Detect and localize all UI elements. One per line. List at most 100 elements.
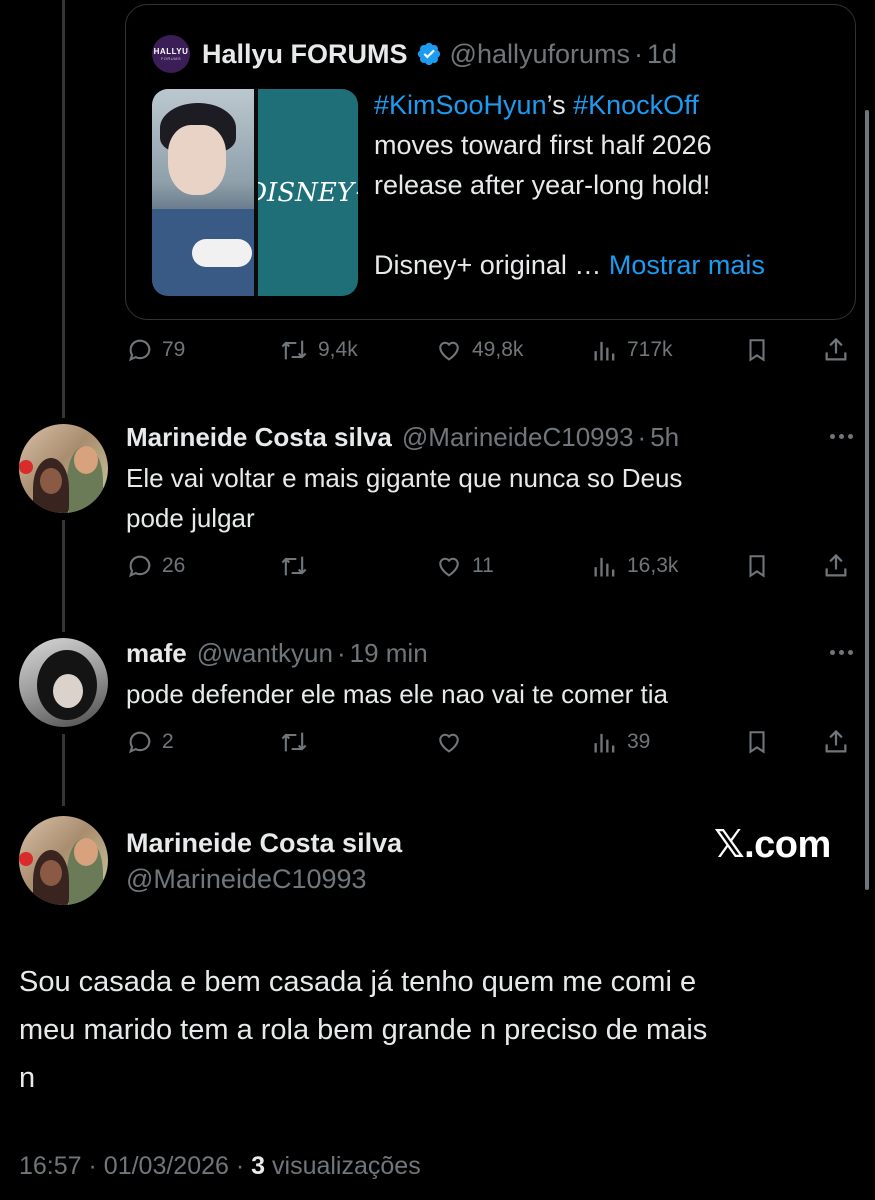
reply-button[interactable]: 2 — [126, 728, 174, 756]
views-button[interactable]: 16,3k — [591, 552, 678, 580]
reply-actions: 26 11 16,3k — [126, 552, 856, 592]
reply-author-name[interactable]: Marineide Costa silva — [126, 422, 392, 453]
more-options-icon[interactable] — [830, 434, 853, 439]
main-author-name[interactable]: Marineide Costa silva — [126, 828, 402, 859]
thread-connector-line — [62, 520, 65, 632]
views-icon — [594, 733, 615, 753]
reply-actions: 2 39 — [126, 728, 856, 768]
main-tweet-text: Sou casada e bem casada já tenho quem me… — [19, 958, 859, 1102]
reply-text: pode defender ele mas ele nao vai te com… — [126, 674, 816, 714]
like-button[interactable]: 11 — [434, 552, 494, 580]
share-button[interactable] — [822, 552, 850, 580]
share-icon — [825, 337, 847, 361]
reply-count: 79 — [162, 338, 186, 361]
share-icon — [825, 553, 847, 577]
quoted-author-name[interactable]: Hallyu FORUMS — [202, 39, 408, 70]
reply-icon — [128, 555, 151, 578]
heart-icon — [439, 733, 459, 753]
hashtag-link[interactable]: #KnockOff — [573, 90, 699, 120]
reply-button[interactable]: 26 — [126, 552, 185, 580]
like-count: 49,8k — [472, 338, 524, 361]
main-author-avatar[interactable] — [19, 816, 108, 905]
repost-button[interactable]: 9,4k — [278, 336, 358, 364]
share-button[interactable] — [822, 728, 850, 756]
views-count: 39 — [627, 730, 651, 753]
reply-author-handle[interactable]: @wantkyun — [197, 638, 333, 669]
quoted-media-thumbnail[interactable]: DISNEY+ — [152, 89, 358, 296]
show-more-link[interactable]: Mostrar mais — [609, 250, 765, 280]
bookmark-icon — [749, 555, 765, 578]
text-line: n — [19, 1062, 36, 1094]
hallyu-forums-avatar[interactable]: HALLYU FORUMS — [152, 35, 190, 73]
reply-count: 26 — [162, 554, 186, 577]
views-icon — [594, 557, 615, 577]
disney-plus-logo: DISNEY+ — [258, 89, 358, 296]
main-author-handle[interactable]: @MarineideC10993 — [126, 864, 367, 895]
reply-button[interactable]: 79 — [126, 336, 185, 364]
avatar[interactable] — [19, 424, 108, 513]
text-fragment: ’s — [546, 90, 566, 120]
heart-icon — [439, 341, 459, 361]
reply-author-handle[interactable]: @MarineideC10993 — [402, 422, 634, 453]
more-options-icon[interactable] — [830, 650, 853, 655]
reply-icon — [128, 731, 151, 754]
repost-button[interactable] — [278, 728, 318, 756]
logo-subtext: FORUMS — [160, 56, 182, 61]
views-button[interactable]: 717k — [591, 336, 673, 364]
reply-text: Ele vai voltar e mais gigante que nunca … — [126, 458, 816, 538]
reply-header: Marineide Costa silva @MarineideC10993 ·… — [126, 422, 679, 453]
separator-dot: · — [336, 638, 346, 668]
post-date[interactable]: 01/03/2026 — [104, 1152, 229, 1180]
views-count: 717k — [627, 338, 673, 361]
repost-icon — [281, 556, 307, 576]
reply-author-name[interactable]: mafe — [126, 638, 187, 669]
quoted-timestamp[interactable]: 1d — [647, 39, 677, 70]
text-line: moves toward first half 2026 — [374, 130, 712, 160]
thread-connector-line — [62, 0, 65, 418]
text-line: pode defender ele mas ele nao vai te com… — [126, 679, 669, 709]
separator-dot: · — [88, 1152, 104, 1180]
repost-icon — [281, 732, 307, 752]
quoted-tweet-header: HALLYU FORUMS Hallyu FORUMS @hallyuforum… — [152, 35, 677, 73]
main-tweet-meta: 16:57 · 01/03/2026 · 3 visualizações — [19, 1152, 421, 1181]
reply-count: 2 — [162, 730, 174, 753]
disney-logo-text: DISNEY+ — [258, 177, 358, 208]
text-line: Sou casada e bem casada já tenho quem me… — [19, 966, 697, 998]
thread-page: HALLYU FORUMS Hallyu FORUMS @hallyuforum… — [0, 0, 875, 1200]
reply-timestamp[interactable]: 5h — [650, 422, 679, 453]
like-button[interactable]: 49,8k — [434, 336, 523, 364]
bookmark-button[interactable] — [744, 552, 770, 580]
reply-timestamp[interactable]: 19 min — [350, 638, 428, 669]
reply-icon — [128, 339, 151, 362]
views-button[interactable]: 39 — [591, 728, 650, 756]
bookmark-button[interactable] — [744, 336, 770, 364]
avatar[interactable] — [19, 638, 108, 727]
post-time[interactable]: 16:57 — [19, 1152, 82, 1180]
quoted-tweet-text: #KimSooHyun’s #KnockOff moves toward fir… — [374, 85, 844, 285]
views-label: visualizações — [272, 1152, 421, 1180]
separator-dot: · — [634, 38, 644, 69]
bookmark-icon — [749, 339, 765, 362]
like-button[interactable] — [434, 728, 472, 756]
share-icon — [825, 729, 847, 753]
quoted-author-handle[interactable]: @hallyuforums — [450, 39, 630, 70]
scrollbar[interactable] — [865, 110, 869, 890]
quoted-tweet-card[interactable]: HALLYU FORUMS Hallyu FORUMS @hallyuforum… — [125, 4, 856, 320]
thread-connector-line — [62, 734, 65, 806]
like-count: 11 — [472, 554, 494, 577]
text-line: pode julgar — [126, 503, 255, 533]
text-line: Disney+ original … — [374, 250, 602, 280]
reply-header: mafe @wantkyun · 19 min — [126, 638, 428, 669]
views-icon — [594, 341, 615, 361]
quoted-tweet-actions: 79 9,4k 49,8k 717k — [126, 336, 856, 376]
repost-button[interactable] — [278, 552, 318, 580]
separator-dot: · — [235, 1152, 252, 1180]
actor-photo — [152, 89, 254, 296]
bookmark-icon — [749, 731, 765, 754]
share-button[interactable] — [822, 336, 850, 364]
separator-dot: · — [637, 422, 647, 452]
bookmark-button[interactable] — [744, 728, 770, 756]
repost-icon — [281, 340, 307, 360]
hashtag-link[interactable]: #KimSooHyun — [374, 90, 547, 120]
x-com-watermark: 𝕏.com — [714, 824, 831, 866]
